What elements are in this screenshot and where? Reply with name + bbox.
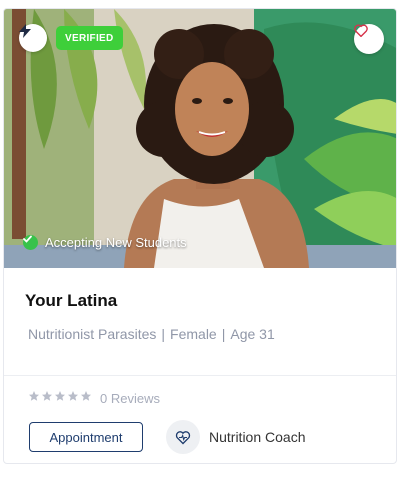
- appointment-button[interactable]: Appointment: [29, 422, 143, 452]
- star-icon: [28, 389, 40, 407]
- verified-label: VERIFIED: [65, 32, 114, 44]
- check-circle-icon: [23, 235, 38, 250]
- coach-photo[interactable]: VERIFIED Accepting New Students: [4, 9, 396, 268]
- age-label: Age 31: [230, 326, 275, 342]
- verified-badge: VERIFIED: [56, 26, 123, 50]
- bolt-icon: [19, 24, 31, 38]
- star-icon: [41, 389, 53, 407]
- divider: [4, 375, 396, 376]
- specialty-label: Nutritionist Parasites: [28, 326, 157, 342]
- favorite-button[interactable]: [354, 24, 384, 54]
- status-indicator: Accepting New Students: [23, 235, 187, 250]
- role-label: Nutrition Coach: [209, 429, 306, 445]
- star-icon: [80, 389, 92, 407]
- heart-icon: [354, 24, 368, 37]
- bolt-badge: [19, 24, 47, 52]
- coach-card[interactable]: VERIFIED Accepting New Students Your Lat…: [3, 8, 397, 464]
- coach-meta: Nutritionist Parasites | Female | Age 31: [28, 326, 275, 342]
- coach-name[interactable]: Your Latina: [25, 291, 117, 311]
- status-text: Accepting New Students: [45, 235, 187, 250]
- reviews-count[interactable]: 0 Reviews: [100, 391, 160, 406]
- meta-separator: |: [161, 326, 166, 342]
- gender-label: Female: [170, 326, 217, 342]
- meta-separator: |: [221, 326, 226, 342]
- star-icon: [54, 389, 66, 407]
- star-icon: [67, 389, 79, 407]
- rating: 0 Reviews: [28, 389, 160, 407]
- heart-pulse-icon: [166, 420, 200, 454]
